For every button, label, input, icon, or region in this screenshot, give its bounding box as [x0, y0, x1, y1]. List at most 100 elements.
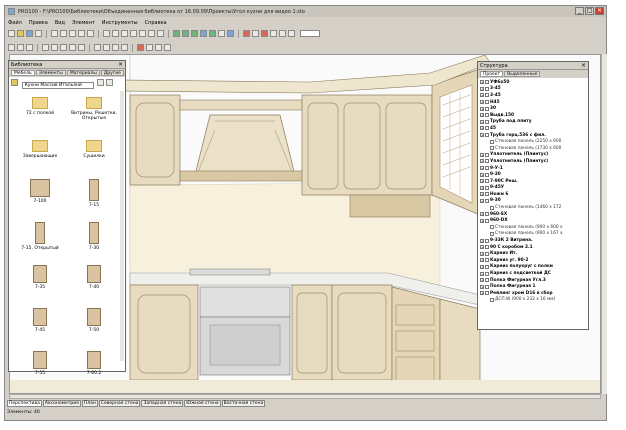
visibility-checkbox[interactable]	[485, 284, 489, 289]
library-item[interactable]: 7-60.2	[67, 349, 121, 388]
tree-row[interactable]: + Карниз уг. 90-2	[480, 257, 586, 264]
visibility-checkbox[interactable]	[485, 126, 489, 131]
visibility-checkbox[interactable]	[490, 231, 494, 236]
tab-plan[interactable]: План	[81, 400, 98, 407]
tab-west-wall[interactable]: Западная стена	[141, 400, 184, 407]
dimension-icon[interactable]	[243, 30, 250, 37]
tree-row[interactable]: + УФ6х50	[480, 79, 586, 86]
save-icon[interactable]	[26, 30, 33, 37]
visibility-checkbox[interactable]	[485, 192, 489, 197]
expand-icon[interactable]: +	[480, 284, 484, 289]
tree-row[interactable]: + Полка Фигурная 1	[480, 283, 586, 290]
visibility-checkbox[interactable]	[485, 159, 489, 164]
expand-icon[interactable]: +	[480, 152, 484, 157]
tree-row[interactable]: + Ножи 6	[480, 191, 586, 198]
move-icon[interactable]	[17, 44, 24, 51]
menu-element[interactable]: Элемент	[72, 20, 95, 26]
tree-row[interactable]: + Полка Фигурная Угл.3	[480, 277, 586, 284]
visibility-checkbox[interactable]	[485, 258, 489, 263]
library-item[interactable]: 7-30	[67, 220, 121, 259]
visibility-checkbox[interactable]	[485, 238, 489, 243]
tab-elements[interactable]: Элементы	[35, 70, 66, 76]
properties-icon[interactable]	[146, 44, 153, 51]
tree-row[interactable]: + Карниз с подсветкой ДС	[480, 270, 586, 277]
library-item[interactable]: 7-15	[67, 177, 121, 216]
folder-up-icon[interactable]	[97, 79, 105, 86]
expand-icon[interactable]: +	[480, 119, 484, 124]
expand-icon[interactable]: +	[480, 251, 484, 256]
expand-icon[interactable]: +	[480, 106, 484, 111]
wire-icon[interactable]	[191, 30, 198, 37]
expand-icon[interactable]: +	[480, 212, 484, 217]
visibility-checkbox[interactable]	[485, 251, 489, 256]
tree-row[interactable]: +3-45	[480, 92, 586, 99]
align-left-icon[interactable]	[42, 44, 49, 51]
tab-materials[interactable]: Материалы	[66, 70, 100, 76]
view-persp-icon[interactable]	[148, 30, 155, 37]
visibility-checkbox[interactable]	[490, 205, 494, 210]
visibility-checkbox[interactable]	[485, 100, 489, 105]
library-item[interactable]: 7-50	[67, 306, 121, 345]
magnet-icon[interactable]	[261, 30, 268, 37]
tree-row[interactable]: Стеновая панель (900 х 167 х	[480, 231, 586, 238]
library-item[interactable]: 7-45	[13, 306, 67, 345]
view-mode-icon[interactable]	[105, 79, 113, 86]
zoom-in-icon[interactable]	[279, 30, 286, 37]
cut-icon[interactable]	[51, 30, 58, 37]
tree-row[interactable]: +3-45	[480, 86, 586, 93]
ungroup-icon[interactable]	[103, 44, 110, 51]
visibility-checkbox[interactable]	[485, 93, 489, 98]
visibility-checkbox[interactable]	[485, 152, 489, 157]
paste-icon[interactable]	[69, 30, 76, 37]
visibility-checkbox[interactable]	[485, 218, 489, 223]
visibility-checkbox[interactable]	[485, 264, 489, 269]
expand-icon[interactable]: +	[480, 100, 484, 105]
expand-icon[interactable]: +	[480, 198, 484, 203]
expand-icon[interactable]: +	[480, 218, 484, 223]
tree-row[interactable]: +45	[480, 125, 586, 132]
zoom-out-icon[interactable]	[288, 30, 295, 37]
expand-icon[interactable]: +	[480, 80, 484, 85]
expand-icon[interactable]: +	[480, 113, 484, 118]
close-icon[interactable]: ×	[581, 62, 586, 70]
expand-icon[interactable]: +	[480, 126, 484, 131]
tree-row[interactable]: +9-У-1	[480, 165, 586, 172]
tree-row[interactable]: + Труба горц.536 с фил.	[480, 132, 586, 139]
visibility-checkbox[interactable]	[485, 80, 489, 85]
visibility-checkbox[interactable]	[485, 119, 489, 124]
tree-row[interactable]: +9-33К 2 Витрина.	[480, 237, 586, 244]
group-icon[interactable]	[94, 44, 101, 51]
expand-icon[interactable]: +	[480, 278, 484, 283]
maximize-button[interactable]: □	[585, 7, 594, 15]
tab-selected[interactable]: Выделенные	[504, 71, 541, 77]
menu-file[interactable]: Файл	[8, 20, 22, 26]
visibility-checkbox[interactable]	[485, 291, 489, 296]
expand-icon[interactable]: +	[480, 86, 484, 91]
view-plan-icon[interactable]	[103, 30, 110, 37]
tab-other[interactable]: Другие	[100, 70, 124, 76]
visibility-checkbox[interactable]	[490, 225, 494, 230]
tab-perspective[interactable]: Перспектива	[7, 400, 42, 407]
tree-row[interactable]: + Уплотнитель (Плинтус)	[480, 158, 586, 165]
expand-icon[interactable]: +	[480, 238, 484, 243]
tree-row[interactable]: +9-30	[480, 198, 586, 205]
zoom-field[interactable]	[300, 30, 320, 37]
tree-row[interactable]: Стеновая панель (1460 х 172	[480, 204, 586, 211]
copy-icon[interactable]	[60, 30, 67, 37]
tree-row[interactable]: + Карниз полукруг с полки	[480, 264, 586, 271]
visibility-checkbox[interactable]	[485, 271, 489, 276]
tree-row[interactable]: Стеновая панель (900 х 600 х	[480, 224, 586, 231]
expand-icon[interactable]: +	[480, 245, 484, 250]
expand-icon[interactable]: +	[480, 179, 484, 184]
expand-icon[interactable]: +	[480, 93, 484, 98]
tree-row[interactable]: Стеновая панель (2250 х 600	[480, 138, 586, 145]
tree-row[interactable]: +960-DX	[480, 217, 586, 224]
visibility-checkbox[interactable]	[485, 212, 489, 217]
visibility-checkbox[interactable]	[485, 278, 489, 283]
library-select[interactable]: Кухни Массив Итальянй	[21, 82, 94, 89]
visibility-checkbox[interactable]	[485, 198, 489, 203]
visibility-checkbox[interactable]	[485, 179, 489, 184]
library-item[interactable]: Витрины, Решетки, Открытые	[67, 91, 121, 130]
tab-project[interactable]: Проект	[480, 71, 504, 77]
tree-row[interactable]: + Уплотнитель (Плинтус)	[480, 152, 586, 159]
